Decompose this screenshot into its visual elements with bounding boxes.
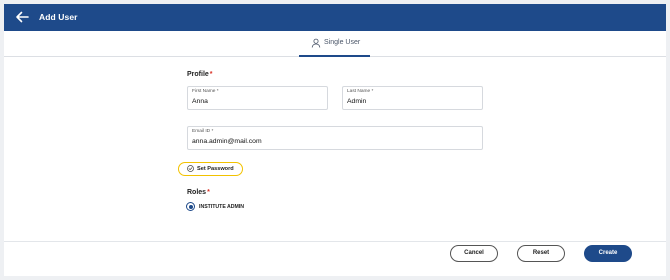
check-circle-icon bbox=[187, 165, 194, 172]
back-button[interactable] bbox=[12, 8, 32, 26]
arrow-left-icon bbox=[16, 11, 29, 23]
email-field[interactable]: Email ID * anna.admin@mail.com bbox=[187, 126, 483, 150]
email-value: anna.admin@mail.com bbox=[192, 138, 262, 145]
last-name-field[interactable]: Last Name * Admin bbox=[342, 86, 483, 110]
first-name-field[interactable]: First Name * Anna bbox=[187, 86, 328, 110]
profile-section-label: Profile* bbox=[187, 71, 213, 78]
tab-bar: Single User bbox=[4, 31, 666, 57]
page-title: Add User bbox=[39, 12, 78, 22]
roles-label-text: Roles bbox=[187, 189, 207, 196]
role-option-label: INSTITUTE ADMIN bbox=[199, 204, 245, 210]
tab-label: Single User bbox=[324, 39, 361, 46]
radio-selected-dot bbox=[188, 204, 193, 209]
last-name-label: Last Name * bbox=[347, 89, 374, 94]
roles-section-label: Roles* bbox=[187, 189, 210, 196]
reset-button[interactable]: Reset bbox=[517, 245, 565, 262]
required-mark: * bbox=[209, 71, 213, 78]
create-button[interactable]: Create bbox=[584, 245, 632, 262]
tab-single-user[interactable]: Single User bbox=[299, 31, 370, 57]
required-mark: * bbox=[207, 189, 210, 196]
profile-label-text: Profile bbox=[187, 71, 209, 78]
first-name-label: First Name * bbox=[192, 89, 219, 94]
user-icon bbox=[311, 38, 321, 48]
email-label: Email ID * bbox=[192, 129, 214, 134]
last-name-value: Admin bbox=[347, 98, 367, 105]
header-bar: Add User bbox=[4, 4, 666, 31]
set-password-label: Set Password bbox=[197, 166, 234, 172]
cancel-button[interactable]: Cancel bbox=[450, 245, 498, 262]
role-radio-institute-admin[interactable] bbox=[186, 202, 195, 211]
first-name-value: Anna bbox=[192, 98, 208, 105]
add-user-page: Add User Single User Profile* First Name… bbox=[4, 4, 666, 276]
footer-divider bbox=[4, 241, 666, 242]
set-password-button[interactable]: Set Password bbox=[178, 162, 243, 176]
